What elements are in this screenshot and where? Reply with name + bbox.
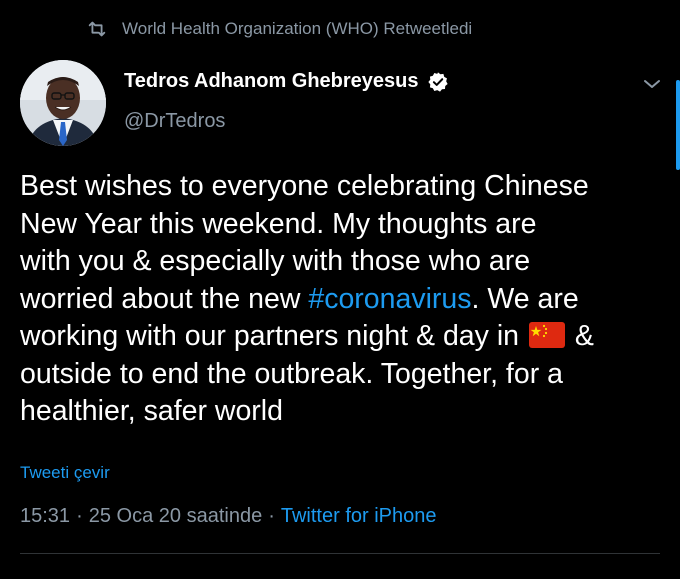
meta-separator: · (268, 505, 275, 527)
retweet-icon (88, 21, 106, 37)
verified-badge-icon (427, 71, 448, 92)
scrollbar[interactable] (676, 80, 680, 170)
tweet-meta: 15:31 · 25 Oca 20 saatinde · Twitter for… (20, 505, 437, 528)
avatar[interactable] (20, 60, 106, 146)
tweet-source-link[interactable]: Twitter for iPhone (281, 505, 437, 528)
tweet-time[interactable]: 15:31 (20, 505, 70, 528)
tweet-line: working with our partners night & day in… (20, 320, 594, 352)
meta-separator: · (76, 505, 83, 527)
tweet-text: Best wishes to everyone celebrating Chin… (20, 168, 660, 431)
tweet-line: worried about the new #coronavirus. We a… (20, 282, 579, 315)
author-name[interactable]: Tedros Adhanom Ghebreyesus (124, 70, 419, 93)
tweet-line: Best wishes to everyone celebrating Chin… (20, 170, 589, 202)
author-name-row[interactable]: Tedros Adhanom Ghebreyesus (124, 70, 449, 93)
tweet-line: with you & especially with those who are (20, 245, 531, 277)
china-flag-icon (528, 322, 565, 348)
translate-tweet-link[interactable]: Tweeti çevir (20, 463, 110, 483)
divider (20, 553, 660, 554)
tweet-line: New Year this weekend. My thoughts are (20, 207, 537, 240)
avatar-image (20, 60, 106, 146)
tweet-line: outside to end the outbreak. Together, f… (20, 357, 563, 390)
retweet-header[interactable]: World Health Organization (WHO) Retweetl… (86, 17, 472, 41)
retweet-label: World Health Organization (WHO) Retweetl… (122, 19, 473, 38)
tweet-date[interactable]: 25 Oca 20 saatinde (89, 505, 262, 528)
author-handle[interactable]: @DrTedros (124, 110, 225, 133)
hashtag-link[interactable]: #coronavirus (308, 283, 471, 315)
tweet-line: healthier, safer world (20, 395, 283, 427)
chevron-down-icon[interactable] (642, 74, 662, 94)
